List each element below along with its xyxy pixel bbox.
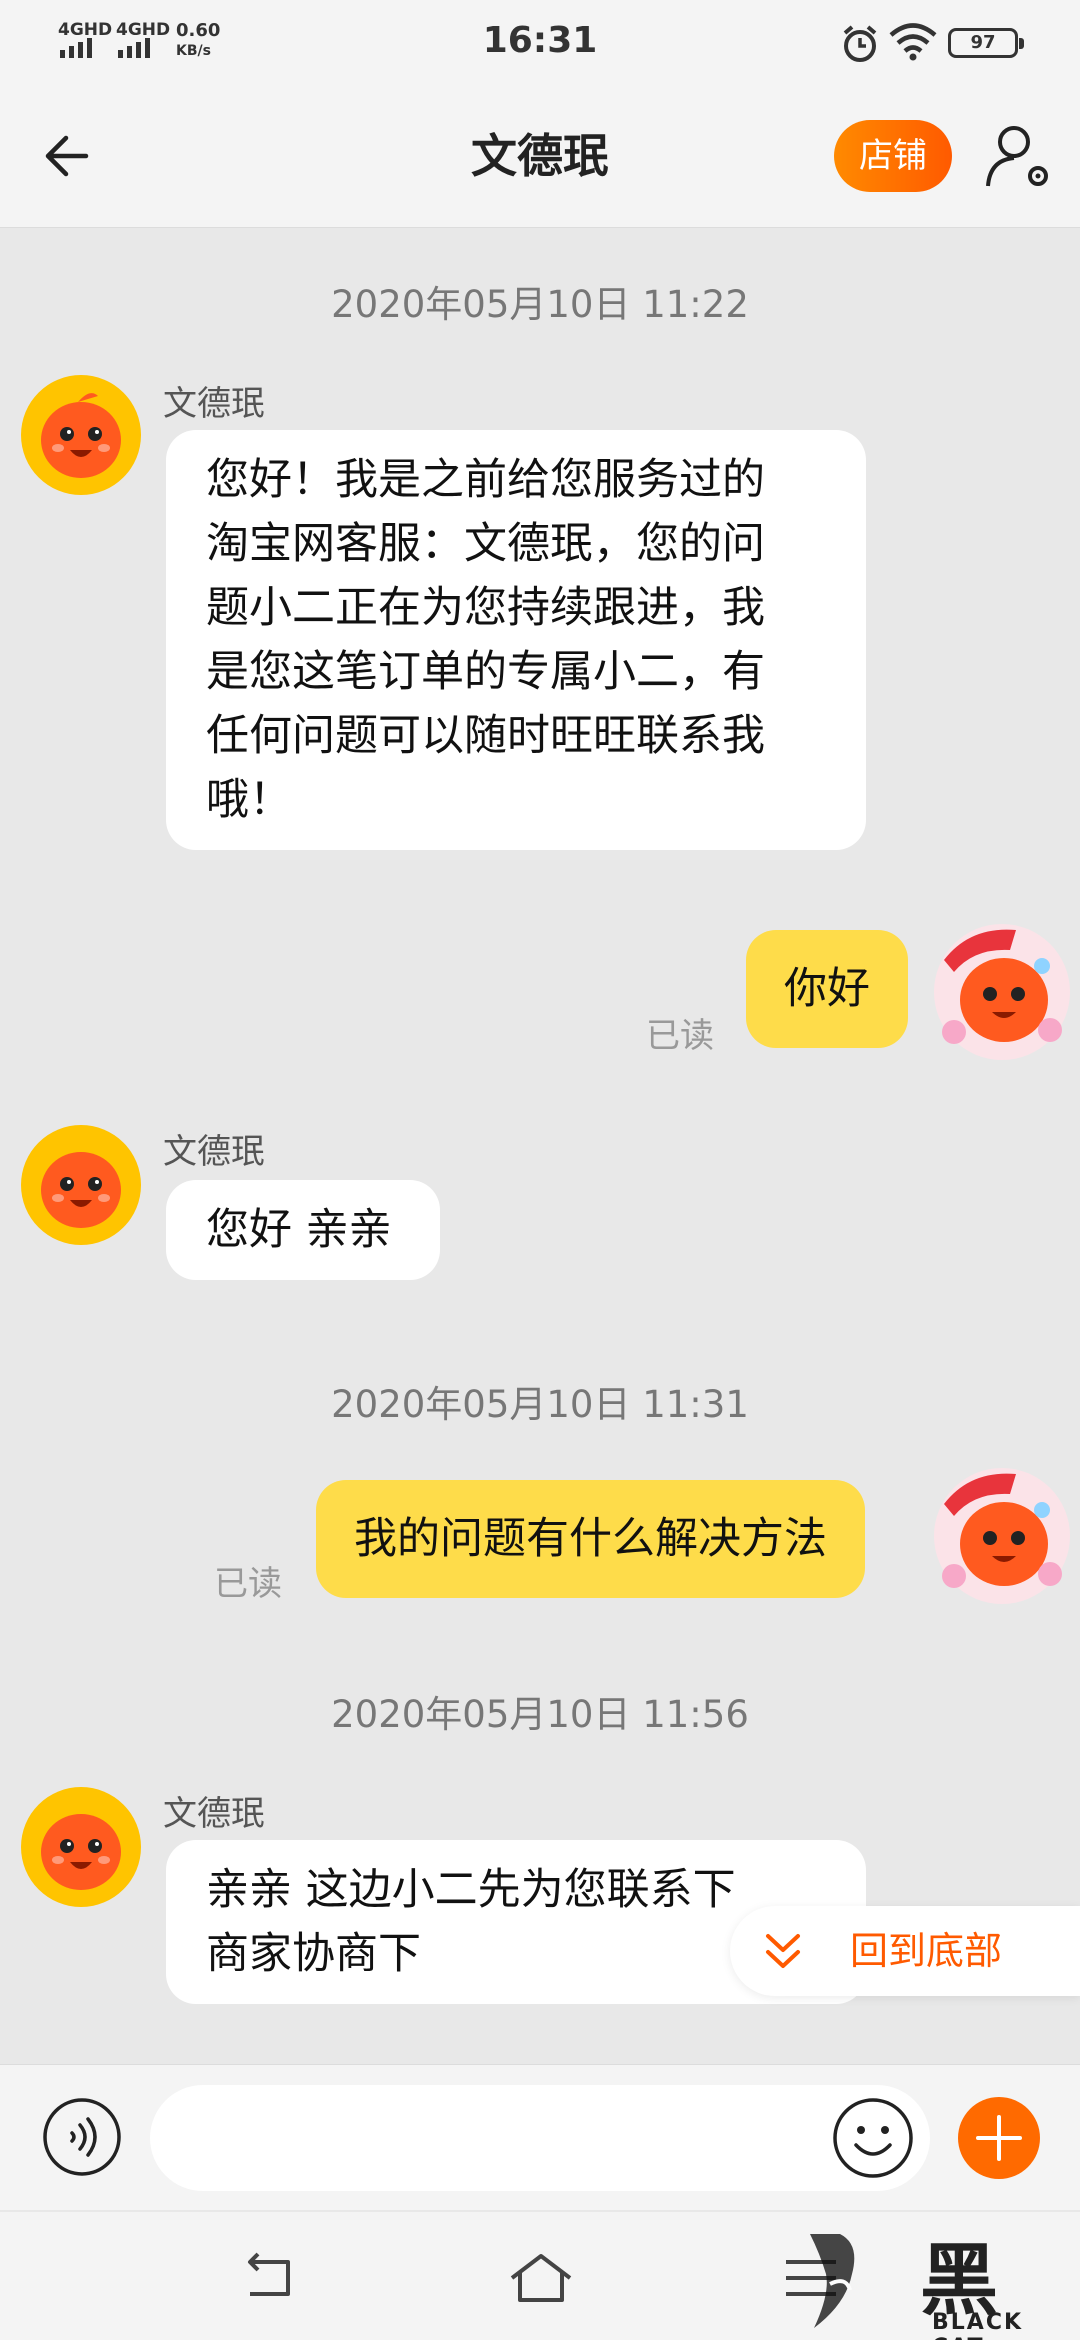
message-line: 任何问题可以随时旺旺联系我 xyxy=(206,711,765,761)
message-line: 是您这笔订单的专属小二，有 xyxy=(206,647,765,697)
message-timestamp: 2020年05月10日 11:56 xyxy=(331,1693,749,1736)
back-to-bottom-label: 回到底部 xyxy=(850,1929,1003,1973)
message-input[interactable] xyxy=(150,2085,930,2191)
message-line: 哦！ xyxy=(206,775,292,825)
message-input-bar xyxy=(0,2064,1080,2210)
user-avatar[interactable] xyxy=(930,1464,1074,1608)
status-bar: 4GHD 4GHD 0.60 KB/s 16:31 97 xyxy=(0,0,1080,84)
plus-button[interactable] xyxy=(958,2097,1040,2179)
plus-icon xyxy=(976,2115,1022,2161)
alarm-icon xyxy=(843,25,877,62)
incoming-message-bubble[interactable]: 您好！我是之前给您服务过的 淘宝网客服：文德珉，您的问 题小二正在为您持续跟进，… xyxy=(166,430,866,850)
message-line: 亲亲 这边小二先为您联系下 xyxy=(206,1865,736,1915)
double-chevron-down-icon xyxy=(766,1934,800,1968)
nav-back-icon[interactable] xyxy=(236,2248,306,2308)
read-status: 已读 xyxy=(646,1016,714,1056)
message-timestamp: 2020年05月10日 11:22 xyxy=(331,283,749,326)
outgoing-message-bubble[interactable]: 你好 xyxy=(746,930,908,1048)
sender-name: 文德珉 xyxy=(163,1794,265,1834)
agent-avatar[interactable] xyxy=(20,1124,142,1246)
emoji-icon[interactable] xyxy=(832,2097,914,2179)
agent-avatar[interactable] xyxy=(20,1786,142,1908)
read-status: 已读 xyxy=(214,1564,282,1604)
voice-icon[interactable] xyxy=(42,2097,122,2177)
watermark-subtext: BLACK CAT xyxy=(932,2310,1024,2340)
sender-name: 文德珉 xyxy=(163,1132,265,1172)
user-avatar[interactable] xyxy=(930,920,1074,1064)
battery-icon: 97 xyxy=(948,28,1024,58)
message-line: 您好！我是之前给您服务过的 xyxy=(206,455,765,505)
message-line: 您好 亲亲 xyxy=(206,1205,392,1255)
profile-settings-icon[interactable] xyxy=(984,120,1056,192)
wifi-icon xyxy=(889,23,937,61)
message-line: 淘宝网客服：文德珉，您的问 xyxy=(206,519,765,569)
chat-header: 文德珉 店铺 xyxy=(0,84,1080,228)
agent-avatar[interactable] xyxy=(20,374,142,496)
outgoing-message-bubble[interactable]: 我的问题有什么解决方法 xyxy=(316,1480,865,1598)
back-to-bottom-button[interactable]: 回到底部 xyxy=(730,1906,1080,1996)
incoming-message-bubble[interactable]: 您好 亲亲 xyxy=(166,1180,440,1280)
sender-name: 文德珉 xyxy=(163,384,265,424)
nav-home-icon[interactable] xyxy=(506,2248,576,2308)
store-button[interactable]: 店铺 xyxy=(834,120,952,192)
message-timestamp: 2020年05月10日 11:31 xyxy=(331,1383,749,1426)
message-line: 题小二正在为您持续跟进，我 xyxy=(206,583,765,633)
